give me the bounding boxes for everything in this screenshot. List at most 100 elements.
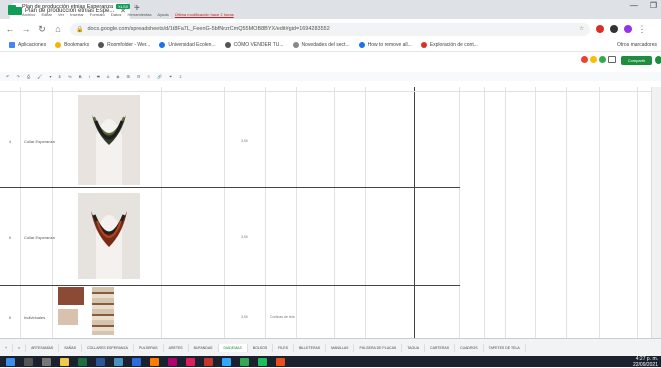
italic-icon[interactable]: I — [89, 74, 90, 79]
product-name-cell[interactable]: Collar Esperanza — [24, 139, 55, 144]
extension-icon[interactable] — [596, 25, 604, 33]
photoshop-icon[interactable] — [222, 357, 231, 366]
menu-insert[interactable]: Insertar — [70, 12, 84, 17]
app-icon[interactable] — [276, 357, 285, 366]
product-image[interactable] — [58, 287, 84, 305]
indesign-icon[interactable] — [168, 357, 177, 366]
sheet-tab[interactable]: MANILLAS — [326, 344, 355, 352]
comment-icon[interactable] — [608, 56, 616, 63]
fill-color-icon[interactable]: ◈ — [116, 74, 119, 79]
filter-icon[interactable]: ⏷ — [169, 74, 172, 79]
menu-format[interactable]: Formato — [90, 12, 105, 17]
spreadsheet-grid[interactable]: 4 Collar Esperanza 3,50 5 Collar Esperan… — [0, 87, 651, 338]
acrobat-icon[interactable] — [204, 357, 213, 366]
maximize-icon[interactable]: ❐ — [650, 1, 657, 10]
row-number[interactable]: 5 — [0, 235, 20, 240]
add-sheet-icon[interactable]: + — [0, 344, 14, 352]
percent-icon[interactable]: % — [68, 74, 72, 79]
avatar[interactable] — [590, 56, 597, 63]
bookmark-item[interactable]: Universidad Ecolen... — [159, 42, 216, 48]
avatar[interactable] — [599, 56, 606, 63]
app-icon[interactable] — [132, 357, 141, 366]
bookmark-item[interactable]: How to remove all... — [358, 42, 412, 48]
address-bar[interactable]: 🔒 docs.google.com/spreadsheets/d/1t8Fa7L… — [70, 22, 590, 36]
sheet-tab[interactable]: PULSERA DE PLACAS — [354, 344, 403, 352]
reload-icon[interactable]: ↻ — [36, 24, 48, 35]
other-bookmarks[interactable]: Otros marcadores — [617, 42, 657, 48]
all-sheets-icon[interactable]: ≡ — [13, 344, 27, 352]
chrome-icon[interactable] — [240, 357, 249, 366]
row-number[interactable]: 6 — [0, 315, 20, 320]
menu-edit[interactable]: Editar — [41, 12, 51, 17]
bookmark-item[interactable]: Bookmarks — [55, 42, 89, 48]
menu-file[interactable]: Archivo — [22, 12, 35, 17]
price-cell[interactable]: 3,50 — [241, 139, 248, 143]
product-name-cell[interactable]: Collar Esperanza — [24, 235, 55, 240]
sheets-logo-icon[interactable] — [8, 5, 16, 15]
excel-icon[interactable] — [78, 357, 87, 366]
file-explorer-icon[interactable] — [60, 357, 69, 366]
sheet-tab[interactable]: ARTESANÍAS — [26, 344, 60, 352]
product-image[interactable] — [78, 95, 140, 185]
vertical-scrollbar[interactable] — [651, 87, 661, 338]
link-icon[interactable]: 🔗 — [157, 74, 162, 79]
sheet-tab[interactable]: BUFANDAS — [189, 344, 219, 352]
sheet-tab[interactable]: CUADROS — [455, 344, 484, 352]
sheet-tab[interactable]: TAGUA — [402, 344, 426, 352]
star-document-icon[interactable]: ☆ — [133, 4, 138, 10]
sheet-tab[interactable]: CARTERAS — [425, 344, 456, 352]
undo-icon[interactable]: ↶ — [6, 74, 9, 79]
sheet-tab[interactable]: PULSERAS — [134, 344, 164, 352]
app-icon[interactable] — [114, 357, 123, 366]
share-button[interactable]: Compartir — [621, 56, 652, 65]
account-avatar[interactable] — [655, 56, 661, 64]
align-icon[interactable]: ≡ — [148, 74, 150, 79]
back-icon[interactable]: ← — [4, 24, 16, 34]
document-title[interactable]: Plan de producción etnias Esperanza XLSX ☆ — [22, 4, 138, 10]
redo-icon[interactable]: ↷ — [16, 74, 19, 79]
sheet-tab[interactable]: TAPETES DE TELA — [484, 344, 526, 352]
function-icon[interactable]: Σ — [179, 74, 181, 79]
product-image[interactable] — [92, 287, 114, 335]
bookmark-star-icon[interactable]: ☆ — [579, 26, 584, 32]
last-edit-link[interactable]: Última modificación hace 2 horas — [175, 12, 234, 17]
bookmark-item[interactable]: Novedades del sect... — [292, 42, 350, 48]
text-color-icon[interactable]: A — [107, 74, 109, 79]
menu-help[interactable]: Ayuda — [157, 12, 168, 17]
whatsapp-icon[interactable] — [258, 357, 267, 366]
sheet-tab[interactable]: BILLETERAS — [294, 344, 327, 352]
product-image[interactable] — [58, 309, 78, 325]
task-view-icon[interactable] — [42, 357, 51, 366]
row-number[interactable]: 4 — [0, 139, 20, 144]
sheet-tab[interactable]: COLLARES ESPERANZA — [82, 344, 134, 352]
bookmark-item[interactable]: CÓMO VENDER TU... — [224, 42, 284, 48]
product-name-cell[interactable]: Individuales — [24, 315, 45, 320]
word-icon[interactable] — [96, 357, 105, 366]
product-image[interactable] — [78, 193, 140, 279]
search-icon[interactable] — [24, 357, 33, 366]
extension-puzzle-icon[interactable] — [610, 25, 618, 33]
bold-icon[interactable]: B — [79, 74, 82, 79]
bookmark-item[interactable]: Roomfolder - Wer... — [98, 42, 150, 48]
borders-icon[interactable]: ⊞ — [127, 74, 130, 79]
home-icon[interactable]: ⌂ — [52, 24, 64, 34]
minimize-icon[interactable]: — — [630, 1, 638, 10]
avatar[interactable] — [581, 56, 588, 63]
print-icon[interactable]: ⎙ — [27, 74, 30, 79]
sheet-tab[interactable]: BOLSOS — [248, 344, 274, 352]
bookmark-apps[interactable]: Aplicaciones — [9, 42, 46, 48]
sheet-tab[interactable]: ARETES — [164, 344, 189, 352]
windows-start-icon[interactable] — [6, 357, 15, 366]
merge-icon[interactable]: ⊟ — [137, 74, 140, 79]
sheet-tab-active[interactable]: DIADEMAS — [218, 344, 248, 352]
bookmark-item[interactable]: Exploración de cont... — [420, 42, 478, 48]
sheet-tab[interactable]: SAÑAS — [59, 344, 83, 352]
zoom-select[interactable]: ▾ — [50, 74, 52, 79]
price-cell[interactable]: 3,50 — [241, 315, 248, 319]
menu-view[interactable]: Ver — [58, 12, 64, 17]
menu-tools[interactable]: Herramientas — [127, 12, 151, 17]
profile-avatar[interactable] — [624, 25, 632, 33]
strikethrough-icon[interactable]: S — [97, 74, 100, 79]
app-icon[interactable] — [186, 357, 195, 366]
note-cell[interactable]: Cortinas de tela — [270, 315, 295, 319]
